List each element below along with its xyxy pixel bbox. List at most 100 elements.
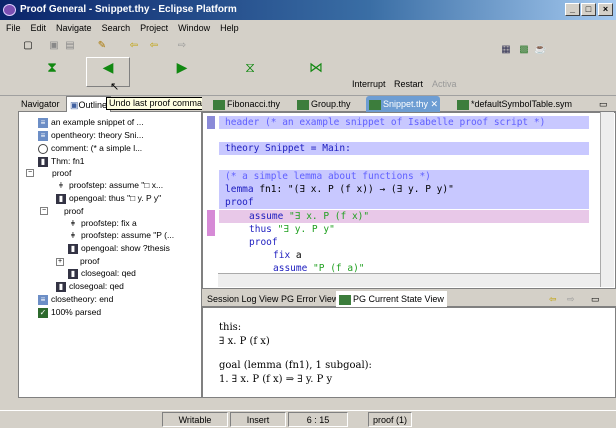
- goto-start-icon[interactable]: ⧗: [42, 58, 62, 76]
- tab-pg-current-state[interactable]: PG Current State View: [336, 291, 447, 307]
- menu-bar: File Edit Navigate Search Project Window…: [0, 20, 616, 36]
- locked-marker: [207, 210, 215, 236]
- menu-search[interactable]: Search: [102, 20, 131, 36]
- pg-state-icon: [339, 294, 351, 305]
- menu-navigate[interactable]: Navigate: [56, 20, 92, 36]
- closegoal-node-icon: ▮: [56, 281, 66, 292]
- save-icon[interactable]: ▣: [48, 40, 60, 52]
- close-button[interactable]: ×: [598, 3, 613, 16]
- code-line-3: (* a simple lemma about functions *): [225, 171, 431, 182]
- minimize-button[interactable]: _: [565, 3, 580, 16]
- editor-vertical-scrollbar[interactable]: [600, 112, 614, 287]
- proofstep-node-icon: ǂ: [70, 230, 76, 240]
- bottom-view-tabs: Session Log View PG Error View PG Curren…: [202, 291, 616, 307]
- window-title: Proof General - Snippet.thy - Eclipse Pl…: [20, 4, 237, 15]
- menu-window[interactable]: Window: [178, 20, 210, 36]
- code-line-8: proof: [249, 237, 278, 248]
- current-state-view: this: ∃ x. P (f x) goal (lemma (fn1), 1 …: [202, 307, 616, 398]
- back-arrow-icon[interactable]: ⇦: [546, 291, 560, 307]
- restart-button[interactable]: Restart: [394, 79, 423, 89]
- tab-outline[interactable]: ▣Outline: [66, 96, 112, 112]
- tab-snippet[interactable]: Snippet.thy ✕: [366, 96, 441, 112]
- maximize-editor-icon[interactable]: ▭: [596, 96, 610, 112]
- state-line-3: goal (lemma (fn1), 1 subgoal):: [219, 360, 372, 371]
- menu-project[interactable]: Project: [140, 20, 168, 36]
- tooltip: Undo last proof command: [106, 97, 216, 110]
- comment-node-icon: [38, 143, 48, 154]
- tree-item[interactable]: ▮ closegoal: qed: [68, 267, 136, 279]
- code-line-5: proof: [225, 197, 254, 208]
- tree-item[interactable]: ▮ Thm: fn1: [38, 155, 85, 167]
- print-icon[interactable]: ▤: [64, 40, 76, 52]
- tab-group[interactable]: Group.thy: [294, 96, 353, 112]
- edit-pencil-icon[interactable]: ✎: [96, 40, 108, 52]
- mouse-cursor-icon: ↖: [110, 81, 120, 93]
- closegoal-node-icon: ▮: [68, 268, 78, 279]
- eclipse-app-icon: [3, 4, 16, 16]
- tree-item[interactable]: proof: [52, 167, 71, 179]
- process-to-end-icon[interactable]: ⋈: [306, 58, 326, 76]
- opengoal-node-icon: ▮: [56, 193, 66, 204]
- outline-tab-label: Outline: [78, 100, 108, 110]
- menu-file[interactable]: File: [6, 20, 21, 36]
- tree-item[interactable]: ▮ opengoal: thus "□ y. P y": [56, 192, 161, 204]
- theory-node-icon: ≡: [38, 130, 48, 141]
- tab-pg-error[interactable]: PG Error View: [278, 291, 341, 307]
- back-arrow-alt-icon[interactable]: ⇦: [148, 40, 160, 52]
- menu-help[interactable]: Help: [220, 20, 239, 36]
- proofstep-node-icon: ǂ: [70, 218, 76, 228]
- tree-item[interactable]: comment: (* a simple l...: [38, 142, 142, 154]
- java-perspective-icon[interactable]: ☕: [534, 44, 546, 56]
- tree-item[interactable]: ▮ opengoal: show ?thesis: [68, 242, 170, 254]
- state-line-1: this:: [219, 322, 242, 333]
- goto-point-icon[interactable]: ⧖: [240, 58, 260, 76]
- tree-item[interactable]: ▮ closegoal: qed: [56, 280, 124, 292]
- tab-fibonacci[interactable]: Fibonacci.thy: [210, 96, 282, 112]
- undo-step-icon[interactable]: ◀: [98, 58, 118, 76]
- proofgeneral-perspective-icon[interactable]: ▩: [518, 44, 530, 56]
- tree-item[interactable]: ǂ proofstep: fix a: [68, 217, 137, 229]
- header-node-icon: ≡: [38, 117, 48, 128]
- tab-navigator[interactable]: Navigator: [18, 96, 63, 112]
- tree-item[interactable]: ≡ opentheory: theory Sni...: [38, 129, 144, 141]
- tree-item[interactable]: proof: [80, 255, 99, 267]
- close-tab-icon[interactable]: ✕: [431, 99, 439, 109]
- code-line-9: fix a: [273, 250, 302, 261]
- tree-item[interactable]: ≡ closetheory: end: [38, 293, 113, 305]
- maximize-button[interactable]: □: [581, 3, 596, 16]
- collapse-icon[interactable]: −: [40, 207, 48, 215]
- expand-icon[interactable]: +: [56, 258, 64, 266]
- tree-item[interactable]: ≡ an example snippet of ...: [38, 116, 144, 128]
- proofstep-node-icon: ǂ: [58, 180, 64, 190]
- thy-file-icon: [213, 99, 225, 110]
- editor-tabs: Fibonacci.thy Group.thy Snippet.thy ✕ *d…: [202, 96, 616, 112]
- menu-edit[interactable]: Edit: [31, 20, 47, 36]
- perspective-icon[interactable]: ▦: [500, 44, 512, 56]
- status-writable: Writable: [162, 412, 228, 427]
- editor-horizontal-scrollbar[interactable]: [218, 273, 600, 287]
- theorem-node-icon: ▮: [38, 156, 48, 167]
- code-line-2: theory Snippet = Main:: [225, 143, 351, 154]
- forward-arrow-icon[interactable]: ⇨: [176, 40, 188, 52]
- state-line-4: 1. ∃ x. P (f x) ⇒ ∃ y. P y: [219, 374, 333, 385]
- new-icon[interactable]: ▢: [22, 40, 34, 52]
- forward-arrow-icon[interactable]: ⇨: [564, 291, 578, 307]
- code-line-1: header (* an example snippet of Isabelle…: [225, 117, 546, 128]
- back-arrow-icon[interactable]: ⇦: [128, 40, 140, 52]
- proof-script-editor[interactable]: header (* an example snippet of Isabelle…: [202, 112, 616, 289]
- tab-default-symbol-table[interactable]: *defaultSymbolTable.sym: [454, 96, 574, 112]
- interrupt-button[interactable]: Interrupt: [352, 79, 386, 89]
- collapse-icon[interactable]: −: [26, 169, 34, 177]
- tree-item[interactable]: ǂ proofstep: assume "P (...: [68, 229, 174, 241]
- processed-marker: [207, 116, 215, 129]
- minimize-view-icon[interactable]: ▭: [588, 291, 603, 307]
- tree-item[interactable]: ✓ 100% parsed: [38, 306, 101, 318]
- tree-item[interactable]: ǂ proofstep: assume "□ x...: [56, 179, 163, 191]
- state-line-2: ∃ x. P (f x): [219, 336, 270, 347]
- tab-session-log[interactable]: Session Log View: [204, 291, 281, 307]
- tree-item[interactable]: proof: [64, 205, 83, 217]
- sym-file-icon: [457, 99, 469, 110]
- activate-button[interactable]: Activa: [432, 79, 457, 89]
- thy-file-icon: [369, 99, 381, 110]
- next-step-icon[interactable]: ▶: [172, 58, 192, 76]
